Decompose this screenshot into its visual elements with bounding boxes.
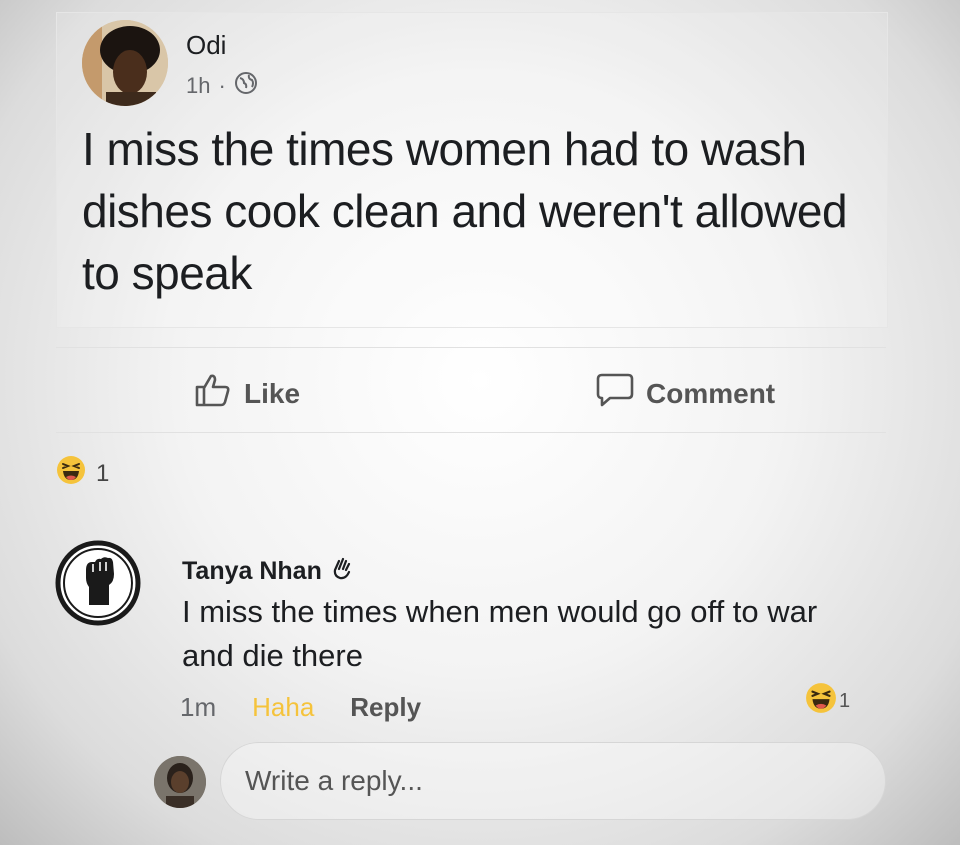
commenter-name-text: Tanya Nhan — [182, 557, 322, 585]
current-user-avatar[interactable] — [154, 756, 206, 808]
comment-actions: 1m Haha Reply — [180, 692, 421, 723]
like-label: Like — [244, 377, 301, 409]
divider-top — [56, 347, 886, 348]
globe-icon — [234, 71, 258, 101]
comment-time[interactable]: 1m — [180, 692, 216, 723]
comment-reaction-summary[interactable]: 1 — [805, 682, 850, 720]
haha-emoji-icon — [56, 455, 86, 492]
like-button[interactable]: Like — [194, 372, 300, 415]
author-avatar[interactable] — [82, 20, 168, 106]
comment-button[interactable]: Comment — [596, 372, 775, 415]
comment-text: I miss the times when men would go off t… — [182, 594, 818, 673]
haha-emoji-icon — [805, 682, 837, 720]
post-time[interactable]: 1h — [186, 73, 210, 99]
waving-hand-icon — [330, 556, 354, 587]
comment-reaction-count: 1 — [839, 689, 851, 712]
reaction-summary[interactable]: 1 — [56, 455, 109, 492]
reaction-count: 1 — [96, 459, 110, 487]
meta-separator: · — [218, 73, 226, 98]
thumbs-up-icon — [194, 372, 232, 415]
author-name[interactable]: Odi — [186, 30, 226, 61]
divider-bottom — [56, 432, 886, 433]
haha-reaction-button[interactable]: Haha — [252, 692, 314, 723]
comment-label: Comment — [646, 377, 776, 409]
commenter-avatar[interactable] — [55, 540, 141, 626]
comment-bubble-icon — [596, 372, 634, 415]
reply-button[interactable]: Reply — [350, 692, 421, 723]
commenter-name[interactable]: Tanya Nhan — [182, 556, 354, 587]
post-meta: 1h · — [186, 71, 258, 101]
reply-input[interactable] — [220, 742, 886, 820]
post-text: I miss the times women had to wash dishe… — [82, 123, 848, 299]
